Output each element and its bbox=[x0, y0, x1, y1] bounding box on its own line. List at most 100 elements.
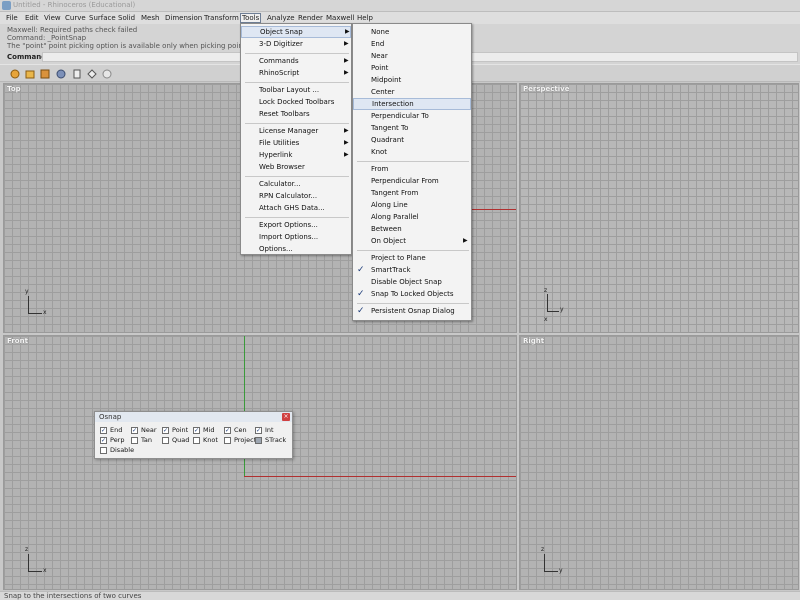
osnap-item-from[interactable]: From bbox=[353, 163, 471, 175]
osnap-item-along-parallel[interactable]: Along Parallel bbox=[353, 211, 471, 223]
osnap-item-center[interactable]: Center bbox=[353, 86, 471, 98]
tools-menu-item-lock-docked[interactable]: Lock Docked Toolbars bbox=[241, 96, 351, 108]
tools-menu-item-license-manager[interactable]: License Manager ▶ bbox=[241, 125, 351, 137]
tools-menu-item-calculator[interactable]: Calculator... bbox=[241, 178, 351, 190]
osnap-item-along-line[interactable]: Along Line bbox=[353, 199, 471, 211]
axis-icon bbox=[28, 571, 42, 572]
viewport-front[interactable]: Front z x bbox=[3, 335, 517, 590]
checkbox-box[interactable]: ✓ bbox=[131, 427, 138, 434]
checkbox-box[interactable] bbox=[224, 437, 231, 444]
axis-label-x: x bbox=[43, 567, 47, 574]
osnap-item-tangent-to[interactable]: Tangent To bbox=[353, 122, 471, 134]
osnap-item-none[interactable]: None bbox=[353, 26, 471, 38]
menu-solid[interactable]: Solid bbox=[117, 13, 136, 23]
menu-separator bbox=[245, 82, 349, 83]
tools-menu-item-toolbar-layout[interactable]: Toolbar Layout ... bbox=[241, 84, 351, 96]
checkbox-box[interactable]: ✓ bbox=[255, 427, 262, 434]
checkbox-box[interactable]: ✓ bbox=[224, 427, 231, 434]
menu-dimension[interactable]: Dimension bbox=[164, 13, 203, 23]
osnap-item-between[interactable]: Between bbox=[353, 223, 471, 235]
menu-mesh[interactable]: Mesh bbox=[140, 13, 160, 23]
menu-tools[interactable]: Tools bbox=[240, 13, 262, 23]
viewport-label[interactable]: Top bbox=[7, 85, 21, 93]
viewport-label[interactable]: Front bbox=[7, 337, 28, 345]
menu-surface[interactable]: Surface bbox=[88, 13, 117, 23]
tools-menu-item-rpn-calculator[interactable]: RPN Calculator... bbox=[241, 190, 351, 202]
menu-render[interactable]: Render bbox=[297, 13, 324, 23]
osnap-item-quadrant[interactable]: Quadrant bbox=[353, 134, 471, 146]
osnap-item-snap-to-locked[interactable]: ✓ Snap To Locked Objects bbox=[353, 288, 471, 300]
osnap-item-tangent-from[interactable]: Tangent From bbox=[353, 187, 471, 199]
tools-menu-item-import-options[interactable]: Import Options... bbox=[241, 231, 351, 243]
osnap-item-perpendicular-from[interactable]: Perpendicular From bbox=[353, 175, 471, 187]
undo-icon[interactable] bbox=[101, 68, 113, 80]
osnap-dialog-titlebar[interactable]: Osnap × bbox=[95, 412, 292, 422]
osnap-item-on-object[interactable]: On Object ▶ bbox=[353, 235, 471, 247]
menu-item-label: Perpendicular From bbox=[371, 177, 439, 185]
osnap-item-end[interactable]: End bbox=[353, 38, 471, 50]
close-icon[interactable]: × bbox=[282, 413, 290, 421]
tools-menu-item-web-browser[interactable]: Web Browser bbox=[241, 161, 351, 173]
menu-transform[interactable]: Transform bbox=[203, 13, 240, 23]
menu-item-label: License Manager bbox=[259, 127, 319, 135]
menu-analyze[interactable]: Analyze bbox=[266, 13, 296, 23]
viewport-perspective[interactable]: Perspective z y x bbox=[519, 83, 799, 333]
menu-help[interactable]: Help bbox=[356, 13, 374, 23]
tools-menu-item-rhinoscript[interactable]: RhinoScript ▶ bbox=[241, 67, 351, 79]
osnap-item-midpoint[interactable]: Midpoint bbox=[353, 74, 471, 86]
tools-menu-item-object-snap[interactable]: Object Snap ▶ bbox=[241, 26, 351, 38]
checkbox-box[interactable]: ✓ bbox=[100, 437, 107, 444]
osnap-item-project-to-plane[interactable]: Project to Plane bbox=[353, 252, 471, 264]
menu-view[interactable]: View bbox=[43, 13, 62, 23]
viewport-label[interactable]: Perspective bbox=[523, 85, 569, 93]
menu-item-label: Lock Docked Toolbars bbox=[259, 98, 335, 106]
menu-curve[interactable]: Curve bbox=[64, 13, 87, 23]
tools-menu-item-file-utilities[interactable]: File Utilities ▶ bbox=[241, 137, 351, 149]
print-icon[interactable] bbox=[55, 68, 67, 80]
menu-item-label: Hyperlink bbox=[259, 151, 293, 159]
checkbox-box[interactable] bbox=[193, 437, 200, 444]
axis-label-z: z bbox=[541, 546, 545, 553]
osnap-item-near[interactable]: Near bbox=[353, 50, 471, 62]
tools-menu-item-attach-ghs[interactable]: Attach GHS Data... bbox=[241, 202, 351, 214]
checkbox-label: Near bbox=[141, 426, 157, 434]
osnap-item-point[interactable]: Point bbox=[353, 62, 471, 74]
checkbox-box[interactable] bbox=[162, 437, 169, 444]
menu-item-label: Import Options... bbox=[259, 233, 319, 241]
menu-item-label: Persistent Osnap Dialog bbox=[371, 307, 455, 315]
osnap-item-knot[interactable]: Knot bbox=[353, 146, 471, 158]
axis-label-z: z bbox=[544, 287, 548, 294]
checkbox-box[interactable] bbox=[255, 437, 262, 444]
menu-maxwell[interactable]: Maxwell bbox=[325, 13, 355, 23]
osnap-item-disable-object-snap[interactable]: Disable Object Snap bbox=[353, 276, 471, 288]
menu-separator bbox=[245, 217, 349, 218]
menu-item-label: Disable Object Snap bbox=[371, 278, 442, 286]
tools-menu-item-reset-toolbars[interactable]: Reset Toolbars bbox=[241, 108, 351, 120]
menu-separator bbox=[357, 250, 469, 251]
checkbox-box[interactable] bbox=[131, 437, 138, 444]
checkbox-box[interactable]: ✓ bbox=[162, 427, 169, 434]
tools-menu-item-options[interactable]: Options... bbox=[241, 243, 351, 255]
new-file-icon[interactable] bbox=[9, 68, 21, 80]
checkbox-box[interactable]: ✓ bbox=[193, 427, 200, 434]
osnap-item-perpendicular-to[interactable]: Perpendicular To bbox=[353, 110, 471, 122]
menu-file[interactable]: File bbox=[5, 13, 19, 23]
tools-menu-item-commands[interactable]: Commands ▶ bbox=[241, 55, 351, 67]
viewport-right[interactable]: Right z y bbox=[519, 335, 799, 590]
tools-menu-item-3d-digitizer[interactable]: 3-D Digitizer ▶ bbox=[241, 38, 351, 50]
checkbox-box[interactable] bbox=[100, 447, 107, 454]
open-file-icon[interactable] bbox=[24, 68, 36, 80]
tag-icon[interactable] bbox=[86, 68, 98, 80]
submenu-arrow-icon: ▶ bbox=[344, 139, 349, 146]
viewport-label[interactable]: Right bbox=[523, 337, 544, 345]
axis-icon bbox=[28, 296, 29, 314]
tools-menu-item-export-options[interactable]: Export Options... bbox=[241, 219, 351, 231]
tools-menu-item-hyperlink[interactable]: Hyperlink ▶ bbox=[241, 149, 351, 161]
menu-edit[interactable]: Edit bbox=[24, 13, 40, 23]
properties-icon[interactable] bbox=[71, 68, 83, 80]
save-file-icon[interactable] bbox=[39, 68, 51, 80]
osnap-item-persistent-dialog[interactable]: ✓ Persistent Osnap Dialog bbox=[353, 305, 471, 317]
osnap-item-intersection[interactable]: Intersection bbox=[353, 98, 471, 110]
checkbox-box[interactable]: ✓ bbox=[100, 427, 107, 434]
osnap-item-smarttrack[interactable]: ✓ SmartTrack bbox=[353, 264, 471, 276]
